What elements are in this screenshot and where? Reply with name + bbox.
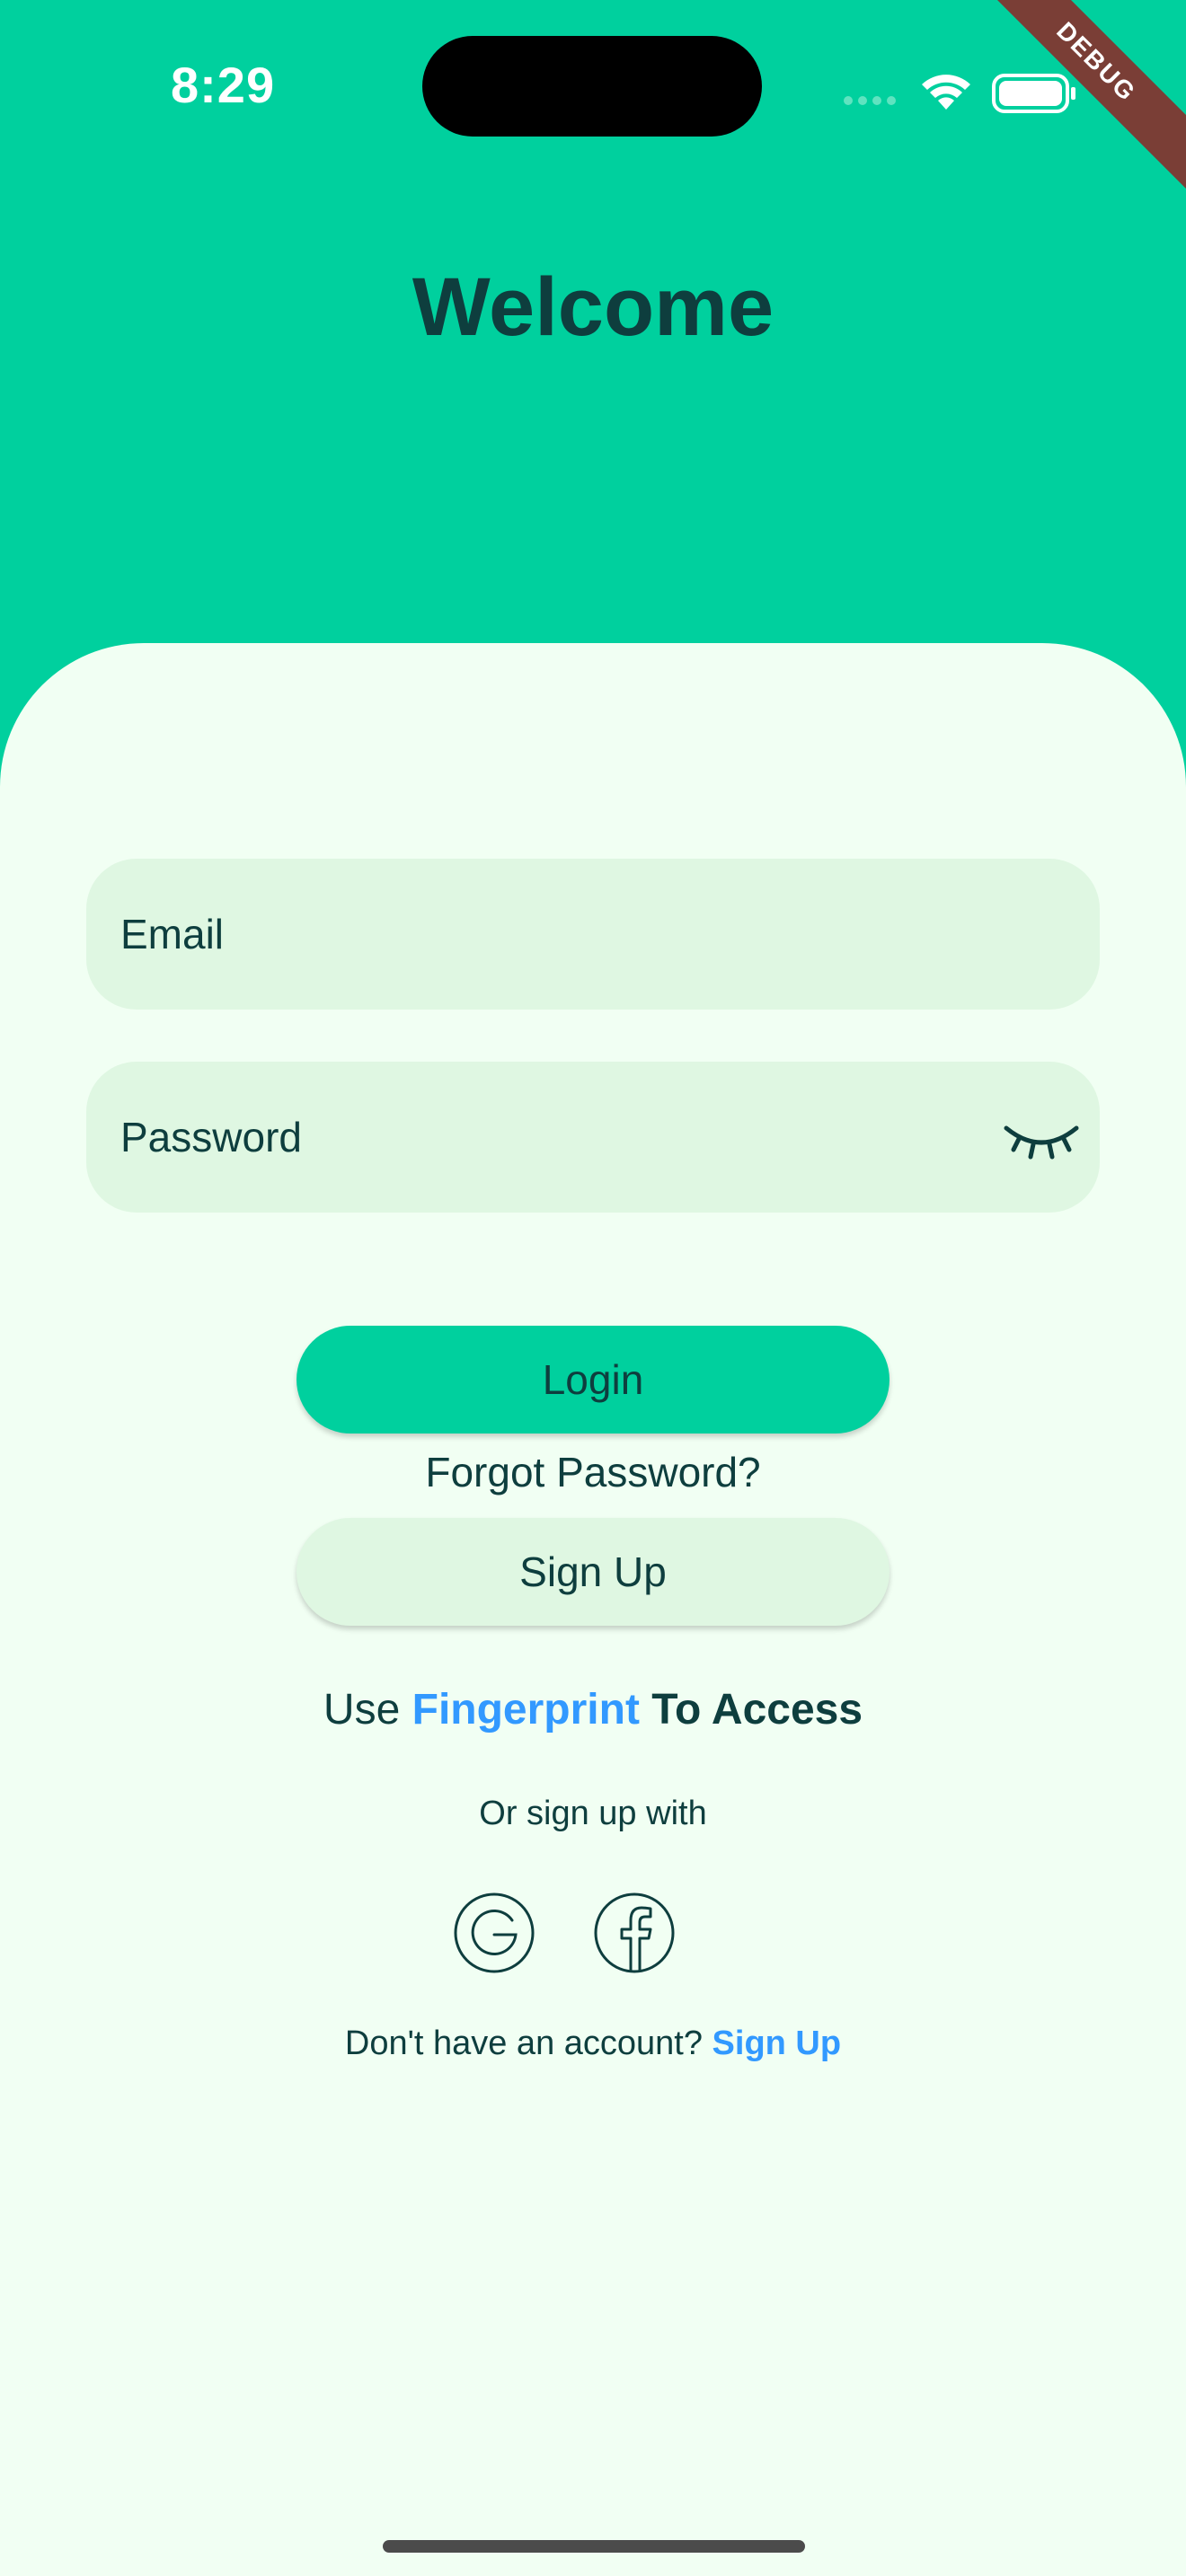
social-signup-label: Or sign up with [479, 1795, 707, 1832]
eye-closed-icon[interactable] [1003, 1110, 1080, 1164]
status-icons [836, 63, 1078, 117]
dynamic-island [422, 36, 762, 137]
status-time: 8:29 [171, 57, 276, 113]
facebook-icon[interactable] [593, 1892, 676, 1974]
fingerprint-access[interactable]: Use Fingerprint To Access [0, 1685, 1186, 1734]
no-account-question: Don't have an account? [344, 2025, 703, 2062]
page-title: Welcome [412, 261, 774, 353]
email-field[interactable]: Email [86, 859, 1100, 1010]
signup-button[interactable]: Sign Up [296, 1518, 890, 1626]
home-indicator[interactable] [383, 2540, 805, 2553]
google-icon[interactable] [453, 1892, 535, 1974]
no-account-text: Don't have an account? Sign Up [0, 2025, 1186, 2063]
fingerprint-suffix: To Access [651, 1686, 863, 1734]
login-button[interactable]: Login [296, 1326, 890, 1434]
email-placeholder: Email [120, 911, 225, 957]
signup-link[interactable]: Sign Up [712, 2025, 842, 2062]
cellular-signal-icon [844, 96, 896, 105]
forgot-password-link[interactable]: Forgot Password? [0, 1448, 1186, 1496]
fingerprint-link[interactable]: Fingerprint [412, 1686, 640, 1734]
battery-icon [992, 74, 1075, 113]
fingerprint-prefix: Use [323, 1686, 401, 1734]
wifi-icon [922, 75, 970, 110]
password-placeholder: Password [120, 1114, 302, 1160]
password-field[interactable]: Password [86, 1062, 1100, 1213]
